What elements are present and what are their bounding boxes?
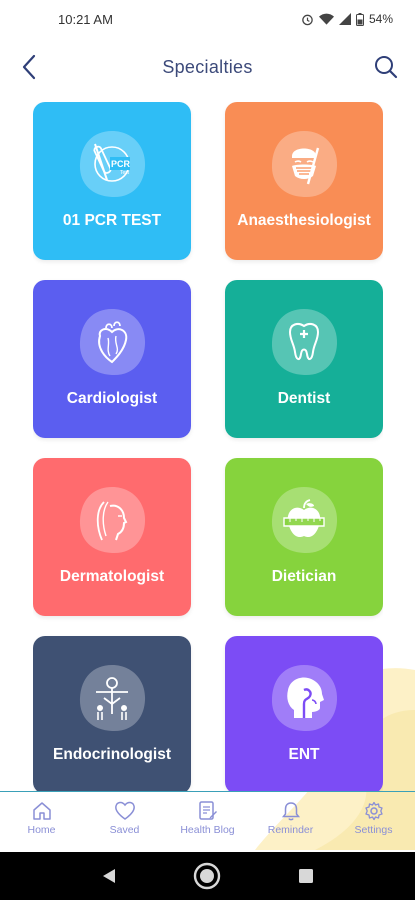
nav-item-home[interactable]: Home [0, 792, 83, 849]
wifi-icon [318, 13, 334, 25]
bottom-nav: Home Saved Health Blog Reminder Settings [0, 791, 415, 849]
specialty-card-endocrinologist[interactable]: Endocrinologist [33, 636, 191, 792]
nav-label: Health Blog [180, 824, 235, 836]
system-back-button[interactable] [89, 856, 129, 896]
specialty-label: Cardiologist [66, 390, 158, 407]
triangle-back-icon [103, 869, 116, 883]
battery-icon [355, 12, 364, 26]
specialty-card-pcr-test[interactable]: PCR Test 01 PCR TEST [33, 102, 191, 260]
heart-icon [76, 306, 148, 378]
apple-icon [268, 484, 340, 556]
specialty-card-anaesthesiologist[interactable]: Anaesthesiologist [225, 102, 383, 260]
nav-item-health-blog[interactable]: Health Blog [166, 792, 249, 849]
specialty-card-dietician[interactable]: Dietician [225, 458, 383, 616]
system-nav-bar [0, 852, 415, 900]
system-recents-button[interactable] [286, 856, 326, 896]
specialty-label: Dentist [277, 390, 331, 407]
specialty-label: 01 PCR TEST [62, 212, 162, 229]
blog-icon [198, 801, 217, 820]
nav-item-saved[interactable]: Saved [83, 792, 166, 849]
specialty-card-dentist[interactable]: Dentist [225, 280, 383, 438]
svg-text:Test: Test [120, 170, 130, 176]
svg-text:PCR: PCR [111, 159, 131, 169]
specialty-label: Dermatologist [59, 568, 165, 585]
heart-outline-icon [114, 801, 135, 820]
nav-label: Reminder [267, 824, 314, 836]
gear-icon [364, 801, 383, 821]
page-title: Specialties [162, 57, 253, 77]
alarm-icon [302, 14, 313, 25]
signal-icon [338, 13, 351, 25]
search-button[interactable] [371, 52, 401, 82]
specialty-card-cardiologist[interactable]: Cardiologist [33, 280, 191, 438]
battery-level: 54% [368, 12, 393, 26]
specialty-card-dermatologist[interactable]: Dermatologist [33, 458, 191, 616]
ent-head-icon [268, 662, 340, 734]
pcr-test-icon: PCR Test [76, 128, 148, 200]
nav-item-settings[interactable]: Settings [332, 792, 415, 849]
circle-home-icon [194, 862, 221, 890]
home-icon [32, 802, 51, 820]
specialty-card-ent[interactable]: ENT [225, 636, 383, 792]
status-bar: 10:21 AM 54% [0, 0, 415, 38]
status-icons: 54% [301, 12, 393, 26]
nav-item-reminder[interactable]: Reminder [249, 792, 332, 849]
search-icon [375, 56, 398, 79]
anaesthesiologist-icon [268, 128, 340, 200]
specialty-label: ENT [288, 746, 320, 763]
nav-label: Settings [354, 824, 393, 836]
tooth-icon [268, 306, 340, 378]
face-icon [76, 484, 148, 556]
square-recents-icon [298, 869, 313, 883]
status-time: 10:21 AM [58, 11, 113, 27]
nav-label: Saved [109, 824, 140, 836]
app-header: Specialties [0, 44, 415, 90]
endocrine-icon [76, 662, 148, 734]
system-home-button[interactable] [187, 856, 227, 896]
specialty-label: Anaesthesiologist [237, 212, 371, 229]
nav-label: Home [27, 824, 56, 836]
specialty-label: Endocrinologist [53, 746, 171, 763]
specialties-grid: PCR Test 01 PCR TEST Anaesthesiologist C… [33, 102, 383, 792]
specialty-label: Dietician [271, 568, 337, 585]
bell-icon [281, 802, 300, 821]
